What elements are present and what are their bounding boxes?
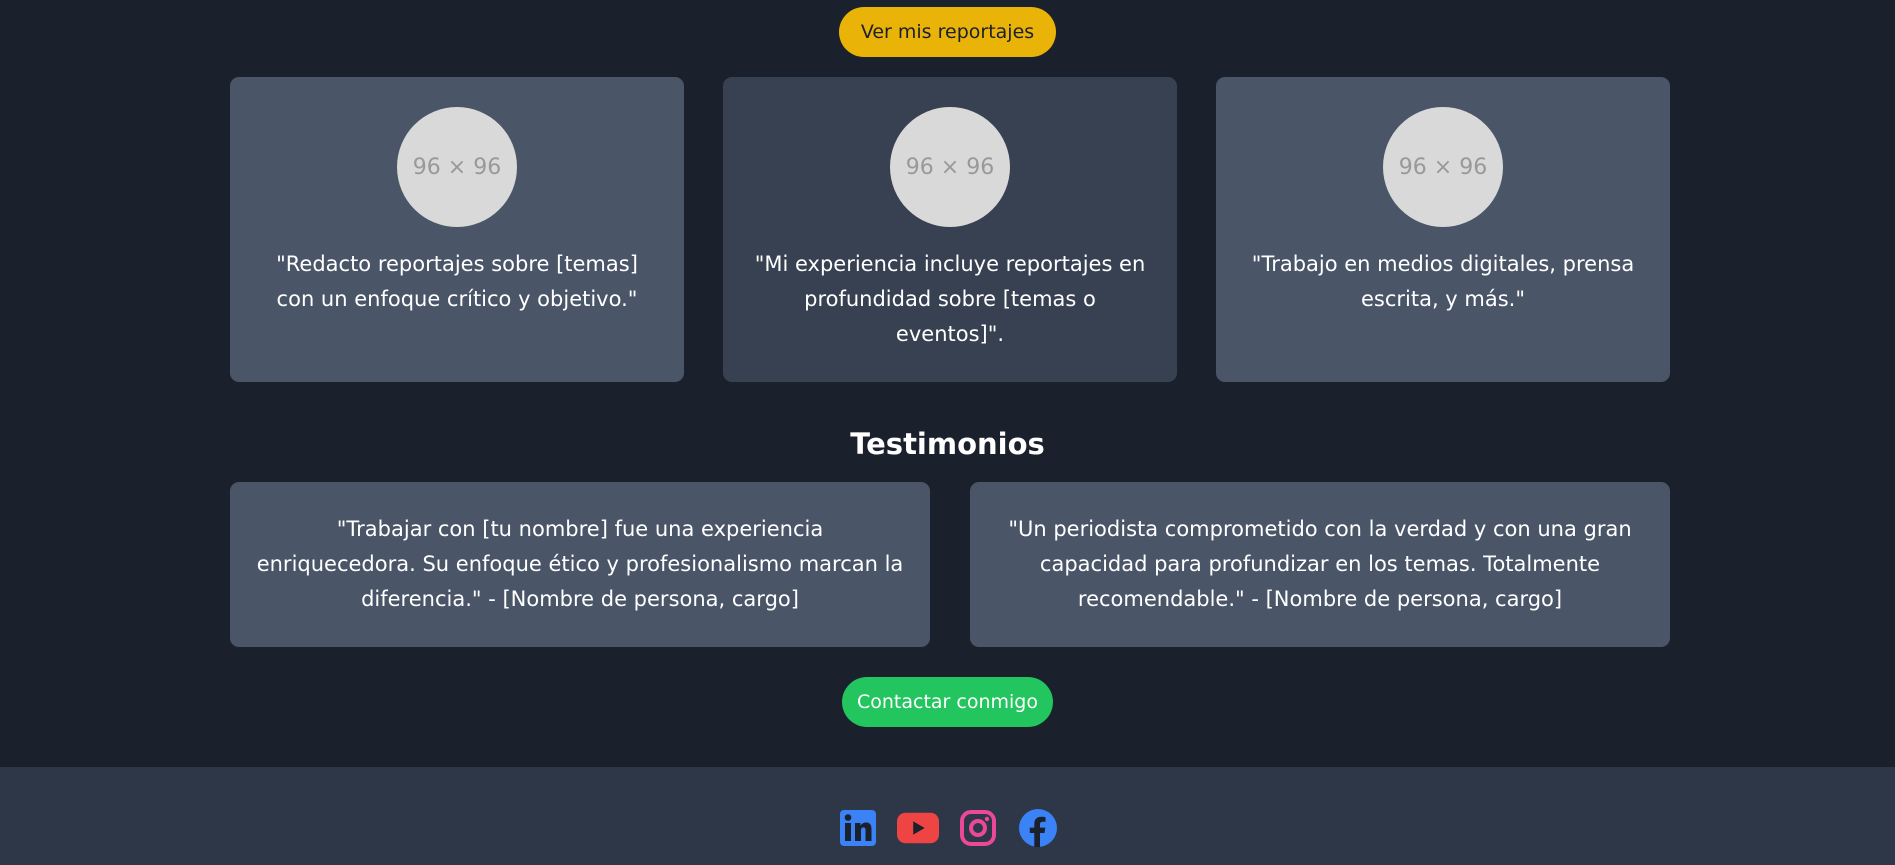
- testimonial-text: "Trabajar con [tu nombre] fue una experi…: [256, 517, 904, 611]
- facebook-link[interactable]: [1017, 807, 1059, 849]
- instagram-icon: [959, 810, 996, 846]
- avatar-placeholder: 96 × 96: [1383, 107, 1503, 227]
- linkedin-link[interactable]: [837, 807, 879, 849]
- testimonial-card: "Un periodista comprometido con la verda…: [970, 482, 1670, 647]
- linkedin-icon: [839, 810, 876, 846]
- testimonials-title: Testimonios: [850, 427, 1045, 461]
- card-quote: "Mi experiencia incluye reportajes en pr…: [754, 252, 1146, 346]
- facebook-icon: [1018, 809, 1057, 847]
- experience-cards: 96 × 96 "Redacto reportajes sobre [temas…: [230, 77, 1670, 382]
- social-links: [0, 807, 1895, 849]
- reports-button-wrapper: Ver mis reportajes: [0, 7, 1895, 57]
- instagram-link[interactable]: [957, 807, 999, 849]
- testimonial-card: "Trabajar con [tu nombre] fue una experi…: [230, 482, 930, 647]
- avatar-placeholder: 96 × 96: [890, 107, 1010, 227]
- avatar-placeholder: 96 × 96: [397, 107, 517, 227]
- youtube-icon: [896, 812, 939, 844]
- card-quote: "Redacto reportajes sobre [temas] con un…: [276, 252, 638, 311]
- experience-card: 96 × 96 "Trabajo en medios digitales, pr…: [1216, 77, 1670, 382]
- card-quote: "Trabajo en medios digitales, prensa esc…: [1251, 252, 1635, 311]
- testimonials-list: "Trabajar con [tu nombre] fue una experi…: [230, 482, 1670, 647]
- contact-button[interactable]: Contactar conmigo: [842, 677, 1053, 727]
- experience-card: 96 × 96 "Mi experiencia incluye reportaj…: [723, 77, 1177, 382]
- youtube-link[interactable]: [896, 807, 939, 849]
- testimonial-text: "Un periodista comprometido con la verda…: [1008, 517, 1632, 611]
- contact-button-wrapper: Contactar conmigo: [0, 677, 1895, 727]
- experience-card: 96 × 96 "Redacto reportajes sobre [temas…: [230, 77, 684, 382]
- view-reports-button[interactable]: Ver mis reportajes: [839, 7, 1056, 57]
